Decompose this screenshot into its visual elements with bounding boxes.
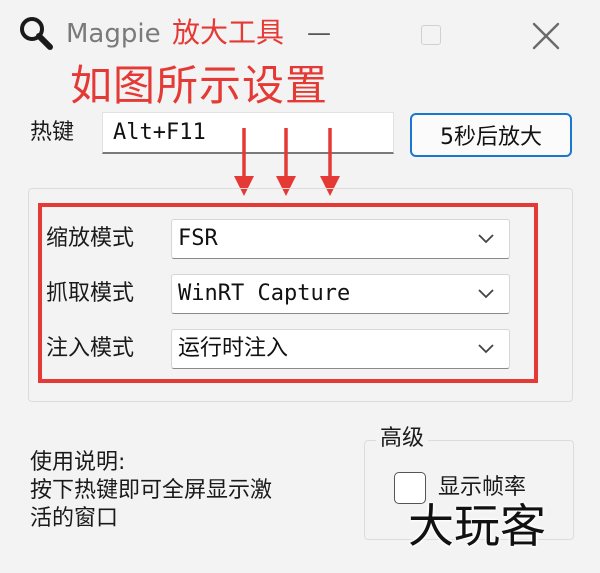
magnifier-icon [16,14,60,54]
delay-scale-button[interactable]: 5秒后放大 [410,113,572,157]
annotation-heading: 如图所示设置 [70,61,329,110]
usage-title: 使用说明: [30,450,126,475]
maximize-icon [421,25,441,45]
annotation-highlight-box [38,203,538,383]
annotation-title: 放大工具 [172,16,285,49]
minimize-button[interactable]: — [298,16,340,52]
app-title: Magpie [66,19,161,49]
maximize-button[interactable] [414,18,448,52]
usage-text-line: 活的窗口 [30,506,119,531]
hotkey-label: 热键 [30,120,75,145]
close-button[interactable] [524,14,568,58]
minimize-icon: — [307,19,331,47]
usage-text-line: 按下热键即可全屏显示激 [30,478,273,503]
watermark: 大玩客 [408,499,546,553]
close-icon [532,22,560,50]
advanced-group-title: 高级 [376,422,429,456]
